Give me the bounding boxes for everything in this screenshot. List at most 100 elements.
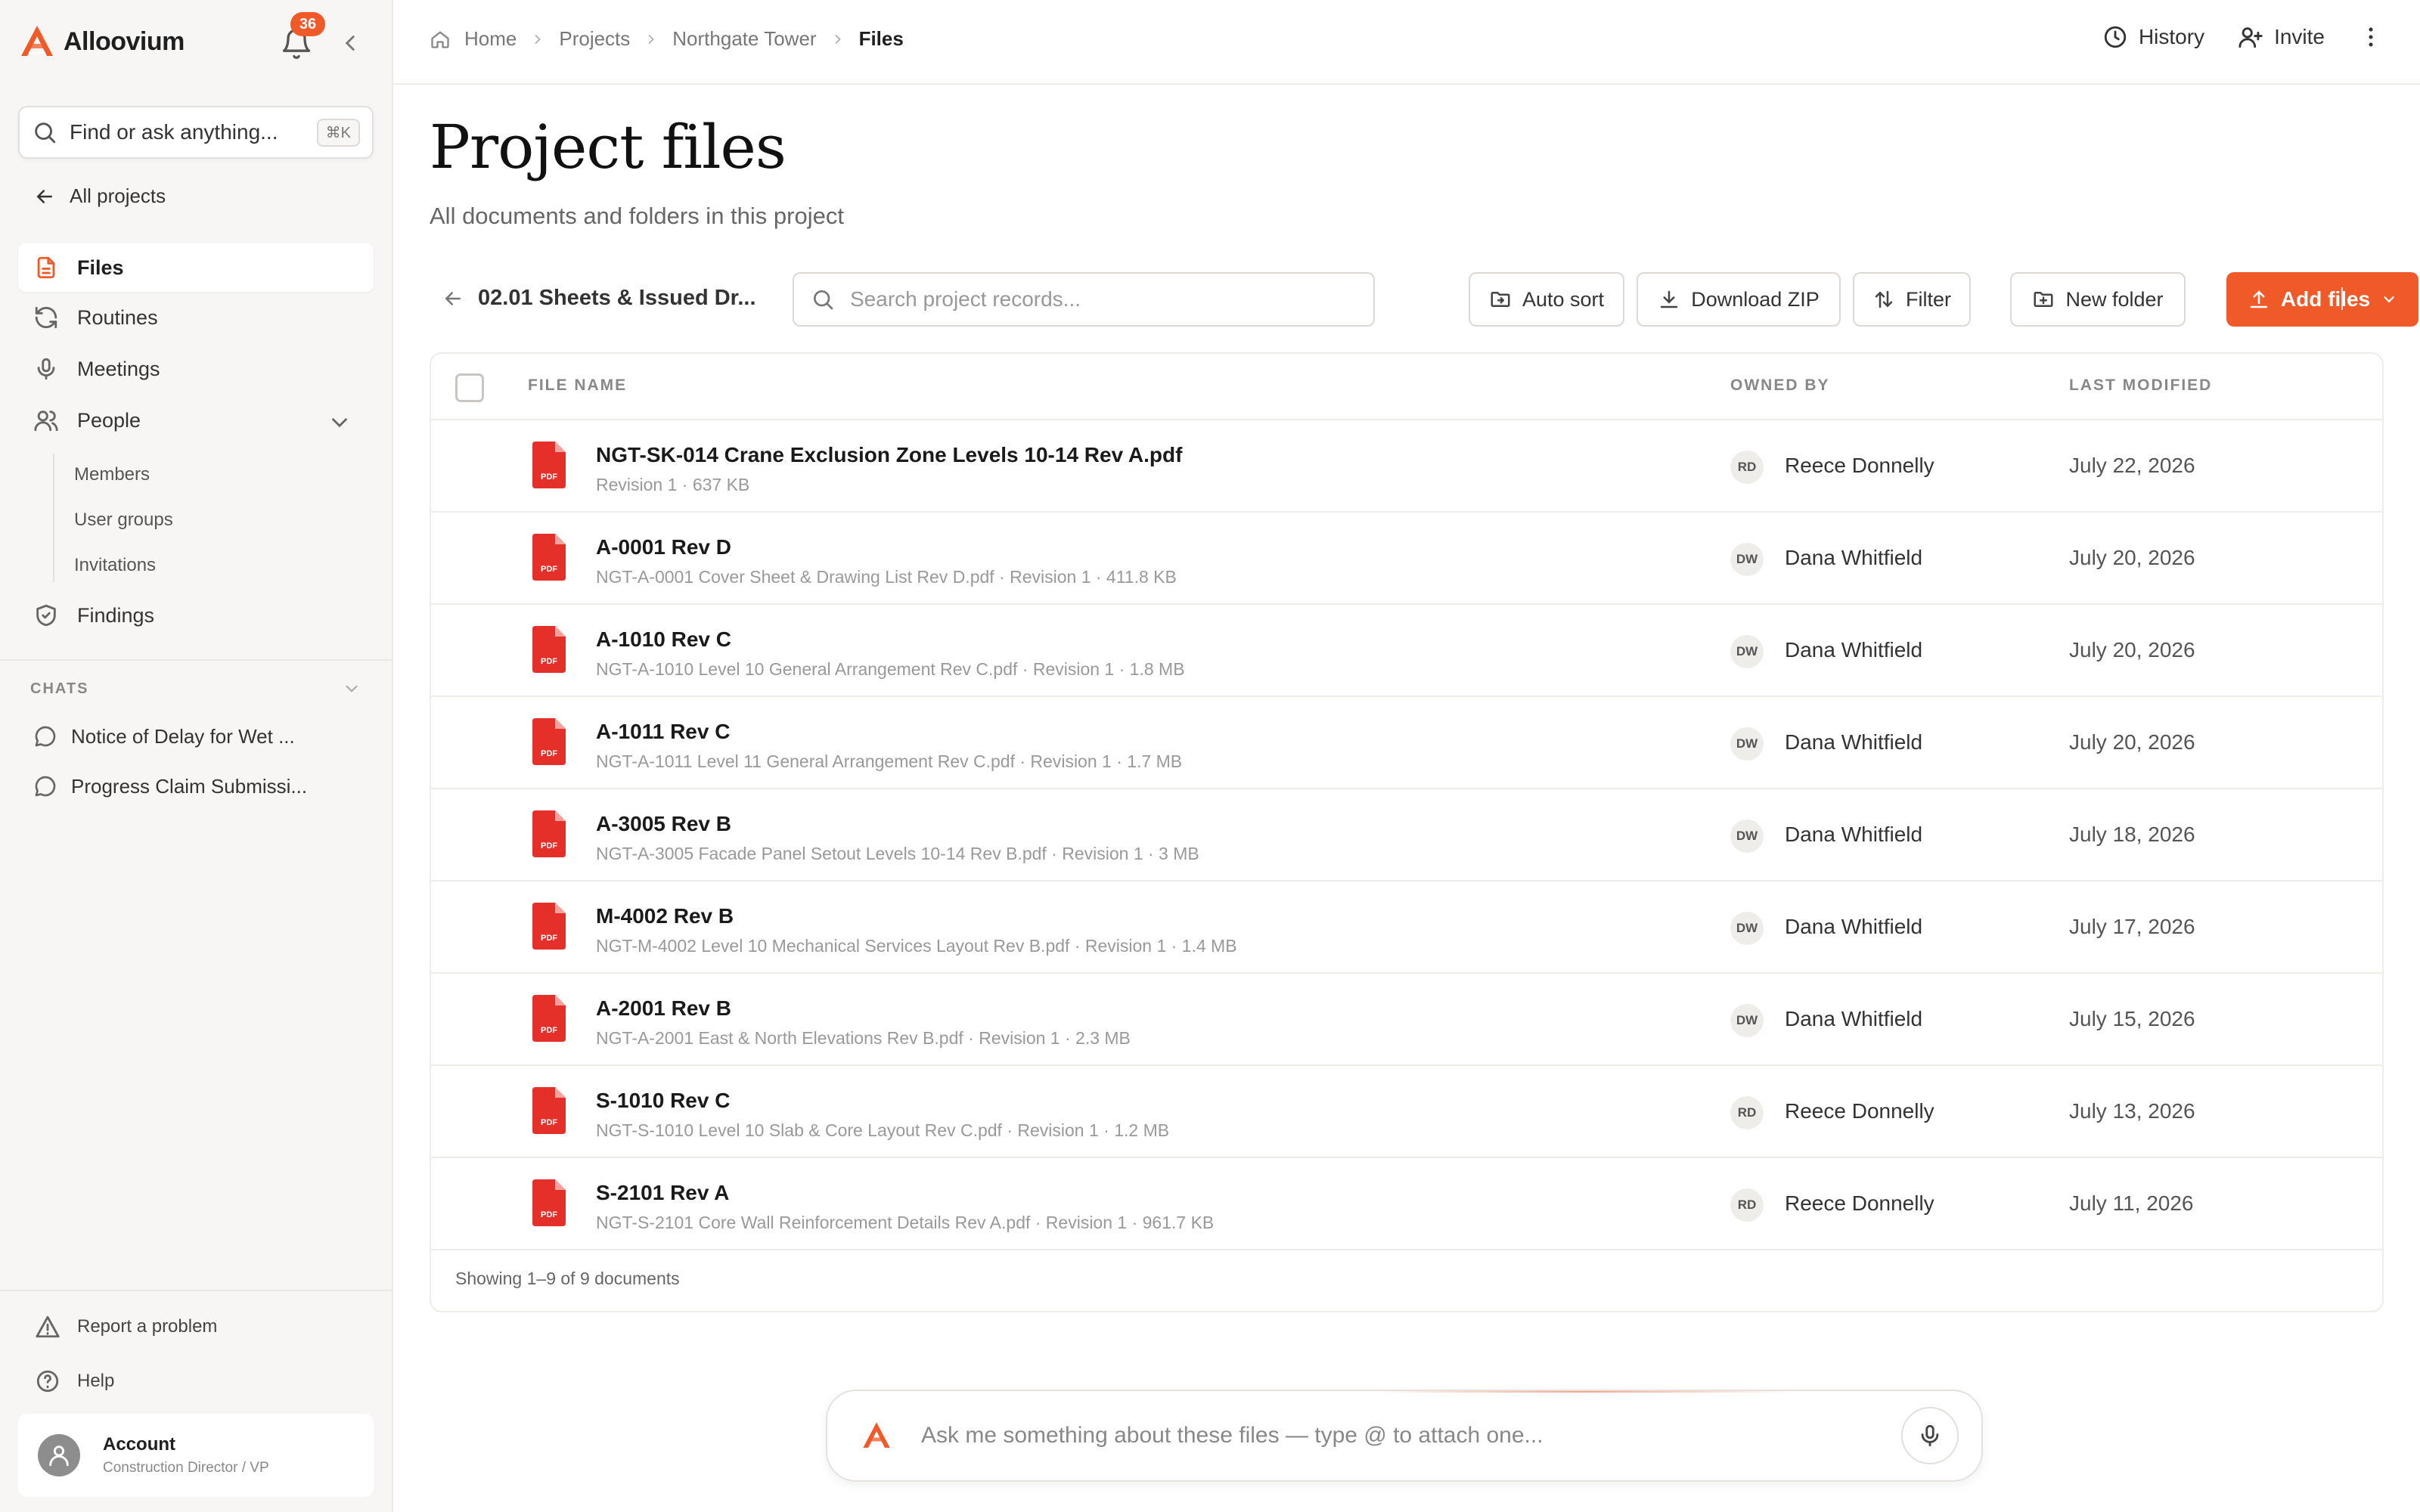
history-button[interactable]: History xyxy=(2102,24,2204,50)
table-row[interactable]: PDF A-2001 Rev B NGT-A-2001 East & North E… xyxy=(431,974,2382,1066)
breadcrumb-projects[interactable]: Projects xyxy=(559,27,630,51)
pdf-badge-text: PDF xyxy=(541,1210,557,1219)
notification-badge[interactable]: 36 xyxy=(290,12,325,36)
sidebar-item-routines[interactable]: Routines xyxy=(18,293,374,342)
records-search-input[interactable] xyxy=(850,287,1357,311)
chat-item[interactable]: Notice of Delay for Wet ... xyxy=(33,724,295,748)
breadcrumb-home[interactable]: Home xyxy=(464,27,517,51)
owner-name: Dana Whitfield xyxy=(1785,823,1923,846)
file-name[interactable]: A-1011 Rev C xyxy=(596,720,730,744)
owner-avatar: DW xyxy=(1730,1004,1764,1037)
voice-input-button[interactable] xyxy=(1901,1407,1959,1464)
download-zip-label: Download ZIP xyxy=(1691,287,1820,311)
table-row[interactable]: PDF S-2101 Rev A NGT-S-2101 Core Wall Rein… xyxy=(431,1158,2382,1250)
download-zip-button[interactable]: Download ZIP xyxy=(1637,272,1841,327)
owner-avatar: RD xyxy=(1730,451,1764,484)
pdf-file-icon: PDF xyxy=(532,1179,566,1226)
breadcrumb-project[interactable]: Northgate Tower xyxy=(672,27,816,51)
owner-avatar: RD xyxy=(1730,1096,1764,1129)
table-row[interactable]: PDF NGT-SK-014 Crane Exclusion Zone Level… xyxy=(431,420,2382,513)
sidebar-item-meetings[interactable]: Meetings xyxy=(18,345,374,393)
table-row[interactable]: PDF M-4002 Rev B NGT-M-4002 Level 10 Mecha… xyxy=(431,881,2382,974)
pdf-badge-text: PDF xyxy=(541,749,557,758)
microphone-icon xyxy=(37,358,55,380)
sidebar-item-files[interactable]: Files xyxy=(18,243,374,292)
current-folder-label: 02.01 Sheets & Issued Dr... xyxy=(478,286,756,310)
file-meta: NGT-A-1011 Level 11 General Arrangement … xyxy=(596,751,1183,771)
last-modified: July 17, 2026 xyxy=(2069,915,2195,938)
file-meta: NGT-M-4002 Level 10 Mechanical Services … xyxy=(596,936,1237,956)
owner-name: Reece Donnelly xyxy=(1785,1191,1934,1215)
help-link[interactable]: Help xyxy=(35,1368,114,1394)
file-name[interactable]: A-0001 Rev D xyxy=(596,535,731,559)
sidebar-subitem-invitations[interactable]: Invitations xyxy=(74,555,156,576)
select-all-checkbox[interactable] xyxy=(455,373,484,402)
header-actions: History Invite xyxy=(2102,24,2384,50)
account-menu[interactable]: Account Construction Director / VP xyxy=(18,1414,374,1497)
help-icon xyxy=(36,1370,59,1393)
table-row[interactable]: PDF A-1010 Rev C NGT-A-1010 Level 10 Gener… xyxy=(431,605,2382,697)
clock-icon xyxy=(2104,26,2127,48)
parent-folder-link[interactable]: 02.01 Sheets & Issued Dr... xyxy=(442,286,756,311)
last-modified: July 20, 2026 xyxy=(2069,730,2195,754)
brand-logo[interactable]: Alloovium xyxy=(18,23,185,60)
file-name[interactable]: S-1010 Rev C xyxy=(596,1089,730,1113)
add-files-button[interactable]: Add files xyxy=(2226,272,2418,327)
home-icon[interactable] xyxy=(430,29,451,50)
table-row[interactable]: PDF A-3005 Rev B NGT-A-3005 Facade Panel S… xyxy=(431,789,2382,881)
collapse-sidebar-icon[interactable] xyxy=(337,30,363,56)
more-vertical-icon[interactable] xyxy=(2358,24,2384,50)
sidebar-subitem-members[interactable]: Members xyxy=(74,464,150,485)
last-modified: July 20, 2026 xyxy=(2069,638,2195,662)
file-name[interactable]: M-4002 Rev B xyxy=(596,904,734,928)
column-last-modified[interactable]: LAST MODIFIED xyxy=(2069,376,2212,395)
assistant-prompt-bar[interactable] xyxy=(826,1390,1983,1482)
last-modified: July 22, 2026 xyxy=(2069,454,2195,477)
new-folder-button[interactable]: New folder xyxy=(2010,272,2186,327)
microphone-icon xyxy=(1921,1424,1939,1447)
auto-sort-button[interactable]: Auto sort xyxy=(1469,272,1624,327)
files-table: FILE NAME OWNED BY LAST MODIFIED PDF NGT-… xyxy=(430,352,2384,1312)
file-name[interactable]: A-3005 Rev B xyxy=(596,812,731,836)
owner-name: Reece Donnelly xyxy=(1785,1099,1934,1123)
owner-avatar: DW xyxy=(1730,635,1764,668)
file-name[interactable]: NGT-SK-014 Crane Exclusion Zone Levels 1… xyxy=(596,443,1182,467)
chat-item[interactable]: Progress Claim Submissi... xyxy=(33,774,307,798)
sidebar-item-label: People xyxy=(77,408,141,432)
sidebar-item-findings[interactable]: Findings xyxy=(18,591,374,640)
history-label: History xyxy=(2138,25,2205,48)
table-footer-count: Showing 1–9 of 9 documents xyxy=(455,1269,680,1288)
table-row[interactable]: PDF S-1010 Rev C NGT-S-1010 Level 10 Slab … xyxy=(431,1066,2382,1158)
invite-button[interactable]: Invite xyxy=(2238,24,2325,50)
report-problem-link[interactable]: Report a problem xyxy=(35,1314,217,1340)
filter-button[interactable]: Filter xyxy=(1853,272,1971,327)
pdf-badge-text: PDF xyxy=(541,472,557,482)
file-name[interactable]: A-1010 Rev C xyxy=(596,627,731,652)
file-meta: NGT-S-1010 Level 10 Slab & Core Layout R… xyxy=(596,1120,1170,1140)
pdf-badge-text: PDF xyxy=(541,657,557,666)
owner-name: Dana Whitfield xyxy=(1785,915,1923,938)
sidebar-subitem-user-groups[interactable]: User groups xyxy=(74,510,173,531)
last-modified: July 20, 2026 xyxy=(2069,546,2195,569)
upload-icon xyxy=(2250,290,2268,308)
chevron-down-icon xyxy=(2384,296,2394,303)
account-name: Account xyxy=(103,1434,175,1455)
chevron-down-icon[interactable] xyxy=(342,679,361,699)
table-row[interactable]: PDF A-0001 Rev D NGT-A-0001 Cover Sheet & … xyxy=(431,513,2382,605)
owner-avatar: DW xyxy=(1730,543,1764,576)
user-icon xyxy=(49,1445,69,1467)
report-problem-label: Report a problem xyxy=(77,1316,218,1337)
users-icon xyxy=(34,411,58,432)
sidebar-item-people[interactable]: People xyxy=(18,396,374,445)
column-owned-by[interactable]: OWNED BY xyxy=(1730,376,1830,395)
global-search[interactable]: Find or ask anything... ⌘K xyxy=(18,106,374,159)
file-name[interactable]: A-2001 Rev B xyxy=(596,996,731,1021)
assistant-input[interactable] xyxy=(921,1423,1872,1448)
file-name[interactable]: S-2101 Rev A xyxy=(596,1181,729,1205)
table-row[interactable]: PDF A-1011 Rev C NGT-A-1011 Level 11 Gener… xyxy=(431,697,2382,789)
records-search[interactable] xyxy=(793,272,1375,327)
last-modified: July 13, 2026 xyxy=(2069,1099,2195,1123)
column-file-name[interactable]: FILE NAME xyxy=(528,376,627,395)
all-projects-link[interactable]: All projects xyxy=(33,184,166,208)
sidebar-item-label: Findings xyxy=(77,603,155,627)
